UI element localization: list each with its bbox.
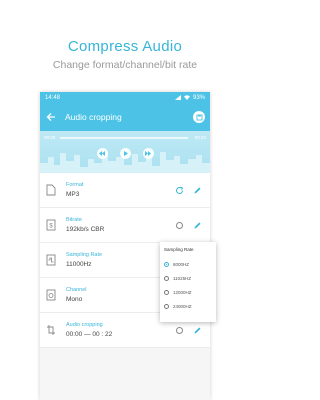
rewind-button[interactable]	[96, 148, 108, 159]
cropping-edit-button[interactable]	[192, 325, 202, 335]
status-bar: 14:48 93%	[40, 92, 210, 103]
end-time: 00:22	[194, 135, 206, 140]
radio-icon	[164, 289, 169, 295]
back-button[interactable]	[45, 111, 57, 123]
sampling-option-11025[interactable]: 11025HZ	[164, 271, 212, 285]
svg-text:$: $	[49, 224, 53, 230]
file-icon	[46, 184, 56, 196]
setting-label: Audio cropping	[66, 322, 103, 328]
signal-icon	[174, 95, 181, 100]
forward-button[interactable]	[142, 148, 154, 159]
radio-icon	[164, 303, 169, 309]
option-label: 8000HZ	[173, 261, 190, 267]
setting-value: 192kb/s CBR	[66, 226, 105, 233]
format-refresh-button[interactable]	[174, 185, 184, 195]
cropping-radio[interactable]	[174, 325, 184, 335]
sampling-option-12000[interactable]: 12000HZ	[164, 285, 212, 299]
promo-headline: Compress Audio	[67, 38, 183, 55]
setting-format[interactable]: Format MP3	[40, 173, 210, 208]
forward-icon	[145, 151, 151, 156]
bitrate-edit-button[interactable]	[192, 220, 202, 230]
radio-icon	[175, 326, 183, 334]
sampling-rate-popup: Sampling Rate 8000HZ 11025HZ 12000HZ 240…	[160, 242, 216, 322]
option-label: 24000HZ	[173, 303, 192, 309]
setting-label: Format	[66, 182, 84, 188]
bitrate-icon: $	[46, 219, 56, 231]
option-label: 12000HZ	[173, 289, 192, 295]
promo-subheadline: Change format/channel/bit rate	[52, 59, 198, 71]
popup-title: Sampling Rate	[164, 247, 194, 252]
option-label: 11025HZ	[173, 275, 192, 281]
radio-icon	[175, 221, 183, 229]
audio-player: 00:00 00:22	[40, 131, 210, 173]
rewind-icon	[99, 151, 105, 156]
edit-icon	[194, 222, 200, 228]
play-button[interactable]	[119, 148, 131, 159]
wifi-icon	[183, 95, 190, 100]
setting-value: MP3	[66, 191, 80, 198]
setting-bitrate[interactable]: $ Bitrate 192kb/s CBR	[40, 208, 210, 243]
battery-level: 93%	[192, 94, 205, 101]
edit-icon	[194, 327, 200, 333]
crop-icon	[47, 325, 55, 335]
status-time: 14:48	[45, 94, 61, 101]
sampling-option-8000[interactable]: 8000HZ	[164, 257, 212, 271]
format-edit-button[interactable]	[192, 185, 202, 195]
save-button[interactable]	[193, 111, 205, 123]
speaker-icon	[46, 289, 56, 301]
seek-track[interactable]	[60, 137, 188, 139]
edit-icon	[194, 187, 200, 193]
save-icon	[196, 114, 202, 120]
play-icon	[123, 151, 128, 156]
radio-icon	[164, 275, 169, 281]
arrow-left-icon	[46, 113, 55, 121]
start-time: 00:00	[44, 135, 56, 140]
app-bar: Audio cropping	[40, 103, 210, 131]
radio-selected-icon	[164, 261, 169, 267]
bitrate-radio[interactable]	[174, 220, 184, 230]
setting-label: Bitrate	[66, 217, 82, 223]
setting-value: 00:00 — 00 : 22	[66, 331, 113, 338]
playback-controls	[40, 148, 210, 159]
page-title: Audio cropping	[65, 112, 122, 122]
refresh-icon	[175, 186, 183, 194]
sampling-option-24000[interactable]: 24000HZ	[164, 299, 212, 313]
waveform-icon	[46, 254, 56, 266]
